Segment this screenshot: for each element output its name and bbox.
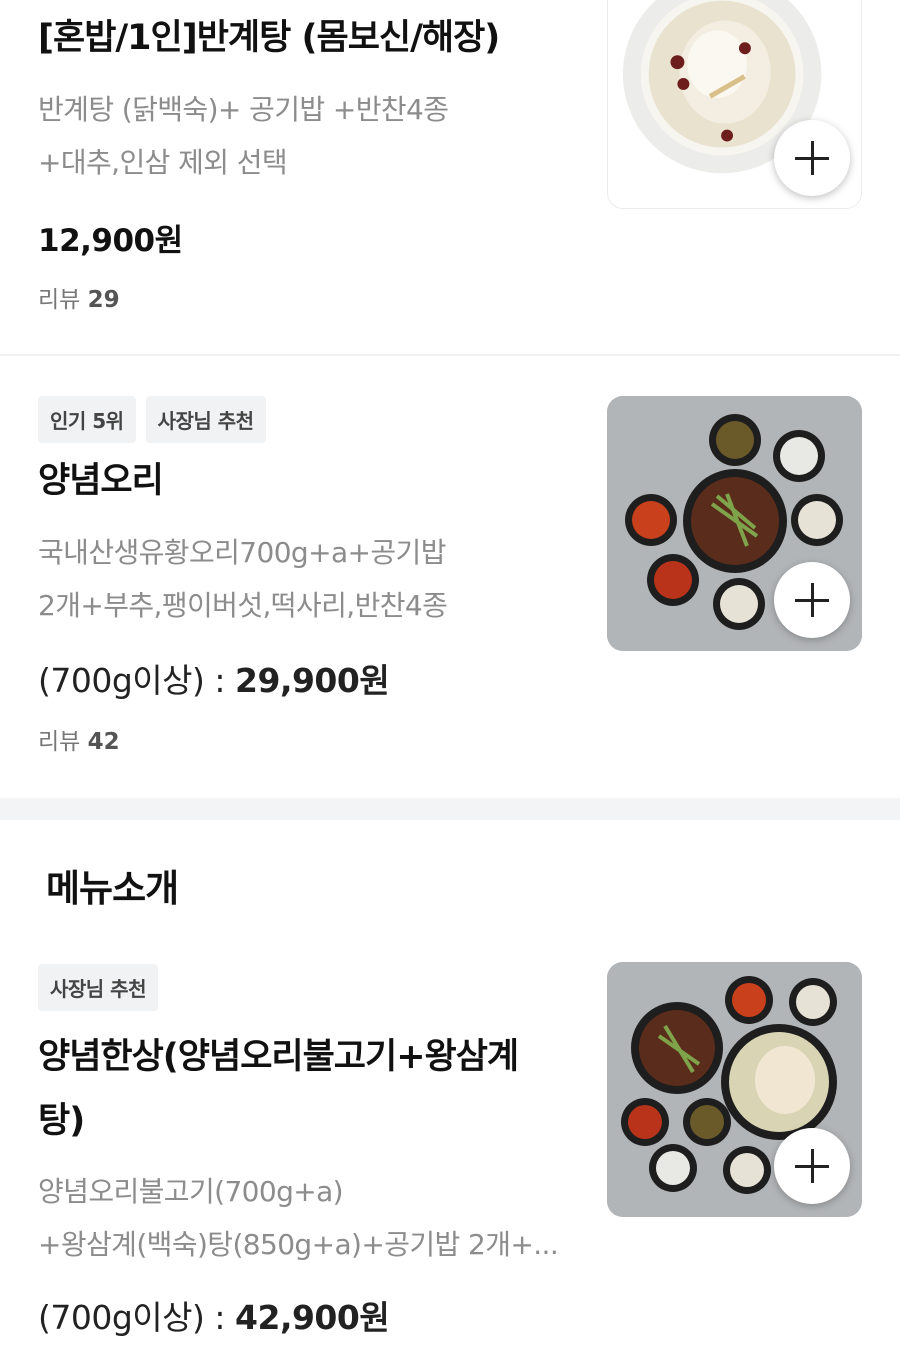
add-to-cart-button[interactable] bbox=[774, 120, 850, 196]
badge-group: 사장님 추천 bbox=[38, 964, 583, 1011]
badge-owner-recommend: 사장님 추천 bbox=[145, 396, 266, 443]
menu-item-price: (700g이상) : 42,900원 bbox=[38, 1298, 390, 1337]
menu-item-yangnyeom-hansang[interactable]: 사장님 추천 양념한상(양념오리불고기+왕삼계 탕) 양념오리불고기(700g+… bbox=[0, 962, 900, 1346]
menu-item-title: 양념한상(양념오리불고기+왕삼계 탕) bbox=[38, 1037, 519, 1141]
menu-item-description: 국내산생유황오리700g+a+공기밥 2개+부추,팽이버섯,떡사리,반찬4종 bbox=[38, 536, 448, 622]
section-divider bbox=[0, 798, 900, 820]
menu-item-title: [혼밥/1인]반계탕 (몸보신/해장) bbox=[38, 18, 500, 58]
menu-item-review: 리뷰 42 bbox=[38, 729, 120, 755]
badge-group: 인기 5위 사장님 추천 bbox=[38, 396, 583, 443]
menu-item-description: 양념오리불고기(700g+a) +왕삼계(백숙)탕(850g+a)+공기밥 2개… bbox=[38, 1175, 559, 1261]
add-to-cart-button[interactable] bbox=[774, 1128, 850, 1204]
menu-item-description: 반계탕 (닭백숙)+ 공기밥 +반찬4종 +대추,인삼 제외 선택 bbox=[38, 93, 449, 179]
menu-item-bangyetang[interactable]: [혼밥/1인]반계탕 (몸보신/해장) 반계탕 (닭백숙)+ 공기밥 +반찬4종… bbox=[0, 0, 900, 356]
section-title: 메뉴소개 bbox=[46, 867, 179, 910]
menu-item-price: 12,900원 bbox=[38, 223, 183, 259]
menu-item-yangnyeom-ori[interactable]: 인기 5위 사장님 추천 양념오리 국내산생유황오리700g+a+공기밥 2개+… bbox=[0, 356, 900, 798]
menu-item-review: 리뷰 29 bbox=[38, 287, 120, 313]
menu-item-title: 양념오리 bbox=[38, 461, 164, 501]
add-to-cart-button[interactable] bbox=[774, 562, 850, 638]
badge-owner-recommend: 사장님 추천 bbox=[38, 964, 158, 1011]
menu-item-price: (700g이상) : 29,900원 bbox=[38, 661, 390, 700]
badge-popular-rank: 인기 5위 bbox=[38, 396, 136, 443]
